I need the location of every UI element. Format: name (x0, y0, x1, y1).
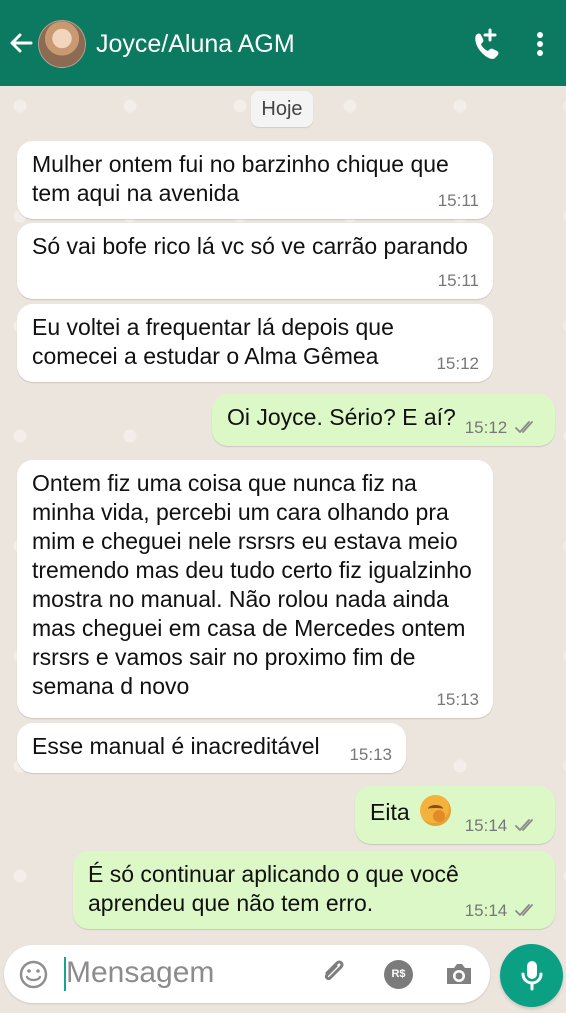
message-bubble-outgoing[interactable]: Eita 15:14 (355, 786, 555, 844)
message-input[interactable]: Mensagem (66, 953, 214, 993)
message-bubble-incoming[interactable]: Esse manual é inacreditável 15:13 (17, 723, 406, 773)
date-chip: Hoje (251, 91, 313, 127)
message-bubble-incoming[interactable]: Eu voltei a frequentar lá depois que com… (17, 304, 493, 382)
message-bubble-outgoing[interactable]: Oi Joyce. Sério? E aí? 15:12 (212, 394, 555, 446)
message-time: 15:14 (464, 816, 508, 835)
camera-icon[interactable] (442, 957, 476, 991)
message-text: Só vai bofe rico lá vc só ve carrão para… (32, 233, 468, 259)
more-vert-icon[interactable] (525, 28, 555, 60)
contact-name[interactable]: Joyce/Aluna AGM (96, 28, 295, 60)
microphone-button[interactable] (500, 944, 563, 1007)
message-meta: 15:14 (465, 901, 538, 921)
shushing-face-emoji-icon (420, 795, 452, 826)
message-text: Mulher ontem fui no barzinho chique que … (32, 151, 449, 206)
message-time: 15:11 (437, 271, 479, 290)
message-bubble-incoming[interactable]: Ontem fiz uma coisa que nunca fiz na min… (17, 460, 493, 718)
message-time: 15:13 (436, 690, 479, 709)
read-receipt-icon (515, 819, 533, 831)
message-time: 15:11 (437, 191, 479, 210)
message-text: Ontem fiz uma coisa que nunca fiz na min… (32, 470, 472, 699)
message-bubble-incoming[interactable]: Mulher ontem fui no barzinho chique que … (17, 141, 493, 219)
message-text: Eu voltei a frequentar lá depois que com… (32, 314, 394, 369)
read-receipt-icon (515, 904, 533, 916)
message-meta: 15:14 (465, 816, 538, 836)
message-time: 15:14 (464, 901, 508, 920)
paperclip-icon[interactable] (318, 956, 352, 990)
message-time: 15:12 (436, 354, 479, 373)
chat-header: Joyce/Aluna AGM (0, 0, 566, 86)
payment-button[interactable]: R$ (384, 960, 413, 989)
message-bubble-outgoing[interactable]: É só continuar aplicando o que você apre… (73, 851, 555, 929)
message-meta: 15:12 (465, 418, 538, 438)
read-receipt-icon (515, 421, 533, 433)
message-text-label: Eita (370, 799, 410, 825)
add-call-icon[interactable] (466, 27, 500, 61)
message-time: 15:12 (464, 418, 508, 437)
message-time: 15:13 (349, 745, 392, 764)
message-text: Esse manual é inacreditável (32, 733, 320, 759)
contact-avatar[interactable] (38, 20, 86, 68)
arrow-left-icon[interactable] (6, 28, 34, 58)
message-bubble-incoming[interactable]: Só vai bofe rico lá vc só ve carrão para… (17, 223, 493, 299)
microphone-icon (521, 961, 543, 991)
emoji-icon[interactable] (18, 959, 49, 990)
